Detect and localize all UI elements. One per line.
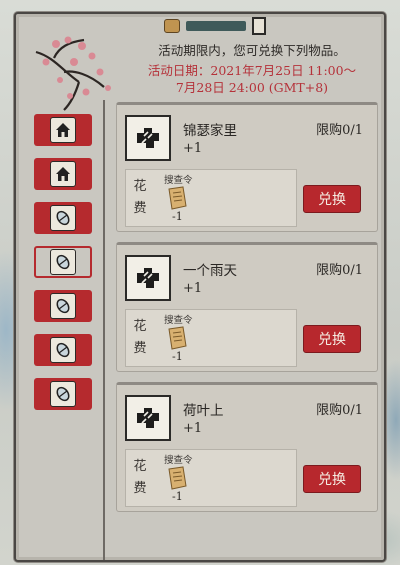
item-quantity: +1	[183, 421, 203, 436]
search-warrant-token-icon	[168, 186, 187, 210]
cost-amount: -1	[172, 210, 183, 223]
exchange-panel: 活动期限内，您可兑换下列物品。 活动日期：2021年7月25日 11:00～ 7…	[14, 12, 386, 562]
item-name: 锦瑟家里	[183, 123, 237, 139]
tab-house-1[interactable]	[34, 114, 92, 146]
scroll-bundle-icon	[50, 381, 76, 407]
redeem-button[interactable]: 兑换	[303, 465, 361, 493]
sidebar-divider	[103, 100, 105, 560]
cost-label: 花费	[133, 459, 147, 496]
search-warrant-token-icon	[168, 466, 187, 490]
scroll-bundle-icon	[50, 337, 76, 363]
cost-amount: -1	[172, 490, 183, 503]
puzzle-piece-icon	[125, 115, 171, 161]
exchange-item-card: 锦瑟家里 +1 限购0/1 花费 搜查令 -1 兑换	[116, 102, 378, 232]
cost-box: 花费 搜查令 -1	[125, 309, 297, 367]
puzzle-piece-icon	[125, 255, 171, 301]
cost-label: 花费	[133, 179, 147, 216]
cost-label: 花费	[133, 319, 147, 356]
redeem-button[interactable]: 兑换	[303, 325, 361, 353]
purchase-limit: 限购0/1	[316, 403, 363, 418]
cost-amount: -1	[172, 350, 183, 363]
cost-item-name: 搜查令	[164, 315, 193, 326]
house-icon	[50, 117, 76, 143]
tab-scroll-3[interactable]	[34, 290, 92, 322]
tab-scroll-2-selected[interactable]	[34, 246, 92, 278]
redeem-button[interactable]: 兑换	[303, 185, 361, 213]
exchange-item-card: 一个雨天 +1 限购0/1 花费 搜查令 -1 兑换	[116, 242, 378, 372]
tab-scroll-4[interactable]	[34, 334, 92, 366]
house-icon	[50, 161, 76, 187]
cost-item-name: 搜查令	[164, 175, 193, 186]
item-name: 荷叶上	[183, 403, 224, 419]
item-name: 一个雨天	[183, 263, 237, 279]
purchase-limit: 限购0/1	[316, 263, 363, 278]
puzzle-piece-icon	[125, 395, 171, 441]
title-ornament	[160, 16, 270, 36]
scroll-bundle-icon	[50, 205, 76, 231]
event-period-line1: 活动日期：2021年7月25日 11:00～	[147, 63, 357, 78]
item-quantity: +1	[183, 281, 203, 296]
exchange-notice: 活动期限内，您可兑换下列物品。	[158, 43, 346, 58]
cost-box: 花费 搜查令 -1	[125, 169, 297, 227]
cost-item-name: 搜查令	[164, 455, 193, 466]
event-period-line2: 7月28日 24:00 (GMT+8)	[175, 80, 329, 95]
item-quantity: +1	[183, 141, 203, 156]
tab-house-2[interactable]	[34, 158, 92, 190]
purchase-limit: 限购0/1	[316, 123, 363, 138]
event-period: 活动日期：2021年7月25日 11:00～ 7月28日 24:00 (GMT+…	[112, 62, 392, 96]
search-warrant-token-icon	[168, 326, 187, 350]
scroll-bundle-icon	[50, 293, 76, 319]
tab-scroll-5[interactable]	[34, 378, 92, 410]
cost-box: 花费 搜查令 -1	[125, 449, 297, 507]
exchange-item-card: 荷叶上 +1 限购0/1 花费 搜查令 -1 兑换	[116, 382, 378, 512]
plum-blossom-branch-icon	[35, 36, 111, 111]
scroll-bundle-icon	[50, 249, 76, 275]
exchange-item-list[interactable]: 锦瑟家里 +1 限购0/1 花费 搜查令 -1 兑换 一个雨天 +1 限购0/1…	[116, 102, 378, 562]
tab-scroll-1[interactable]	[34, 202, 92, 234]
